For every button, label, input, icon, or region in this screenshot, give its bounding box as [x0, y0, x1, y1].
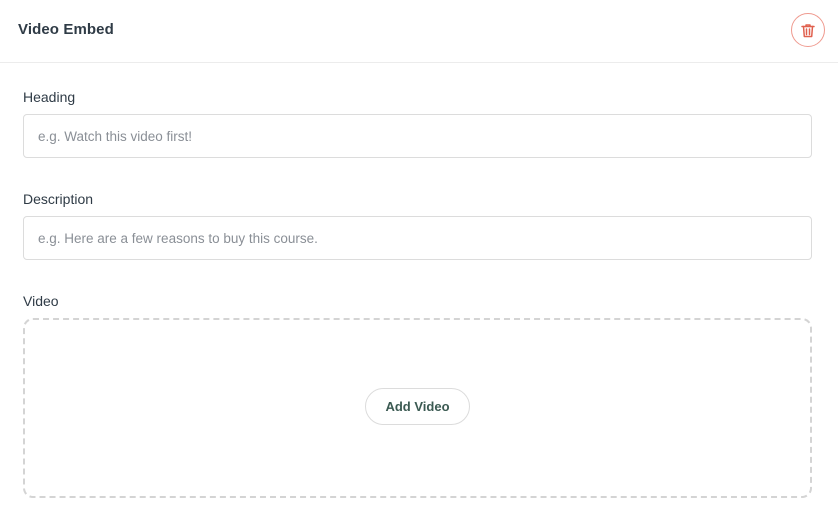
- heading-input[interactable]: [23, 114, 812, 158]
- heading-label: Heading: [23, 89, 76, 105]
- trash-icon: [801, 23, 815, 38]
- panel-header: Video Embed: [0, 0, 838, 63]
- video-label: Video: [23, 293, 59, 309]
- add-video-button[interactable]: Add Video: [365, 388, 470, 425]
- description-input[interactable]: [23, 216, 812, 260]
- video-embed-panel: Video Embed Heading Description Video Ad…: [0, 0, 838, 521]
- description-label: Description: [23, 191, 94, 207]
- panel-title: Video Embed: [18, 21, 114, 38]
- delete-button[interactable]: [791, 13, 825, 47]
